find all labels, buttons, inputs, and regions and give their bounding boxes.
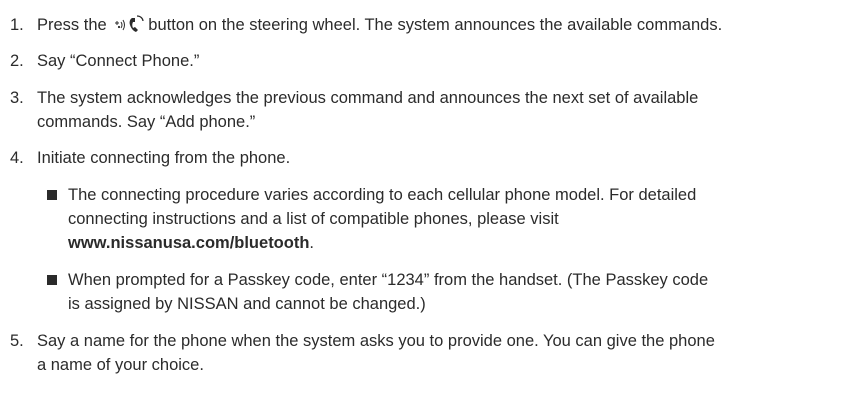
step-number: 2. xyxy=(10,52,24,70)
bullet-text-line: www.nissanusa.com/bluetooth. xyxy=(68,231,852,255)
step-text-line: The system acknowledges the previous com… xyxy=(37,89,699,107)
bullet-text-line: The connecting procedure varies accordin… xyxy=(68,186,697,204)
link-punctuation: . xyxy=(309,234,315,252)
instruction-document: 1. Press the button on the steering whee… xyxy=(0,0,860,415)
voice-talk-phone-icon xyxy=(114,15,146,40)
square-bullet-icon xyxy=(47,275,57,285)
step-text-after-icon: button on the steering wheel. The system… xyxy=(148,16,723,34)
step-text-line: Say a name for the phone when the system… xyxy=(37,332,715,350)
step-text-line: a name of your choice. xyxy=(37,356,204,374)
square-bullet-icon xyxy=(47,190,57,200)
step-text-before-icon: Press the xyxy=(37,16,107,34)
bullet-text: When prompted for a Passkey code, enter … xyxy=(68,268,852,316)
step-text: Initiate connecting from the phone. xyxy=(37,149,291,167)
bullet-text: The connecting procedure varies accordin… xyxy=(68,183,852,255)
bluetooth-website-link[interactable]: www.nissanusa.com/bluetooth xyxy=(68,234,309,252)
step-number: 4. xyxy=(10,149,24,167)
step-text-line: commands. Say “Add phone.” xyxy=(37,113,256,131)
step-text: Say “Connect Phone.” xyxy=(37,52,200,70)
step-number: 1. xyxy=(10,16,24,34)
step-text: Press the button on the steering wheel. … xyxy=(37,13,852,40)
bullet-text-line: is assigned by NISSAN and cannot be chan… xyxy=(68,295,426,313)
step-text: The system acknowledges the previous com… xyxy=(37,86,852,134)
bullet-text-line: connecting instructions and a list of co… xyxy=(68,210,559,228)
step-text: Say a name for the phone when the system… xyxy=(37,329,852,377)
bullet-text-line: When prompted for a Passkey code, enter … xyxy=(68,271,709,289)
step-number: 5. xyxy=(10,332,24,350)
step-number: 3. xyxy=(10,89,24,107)
